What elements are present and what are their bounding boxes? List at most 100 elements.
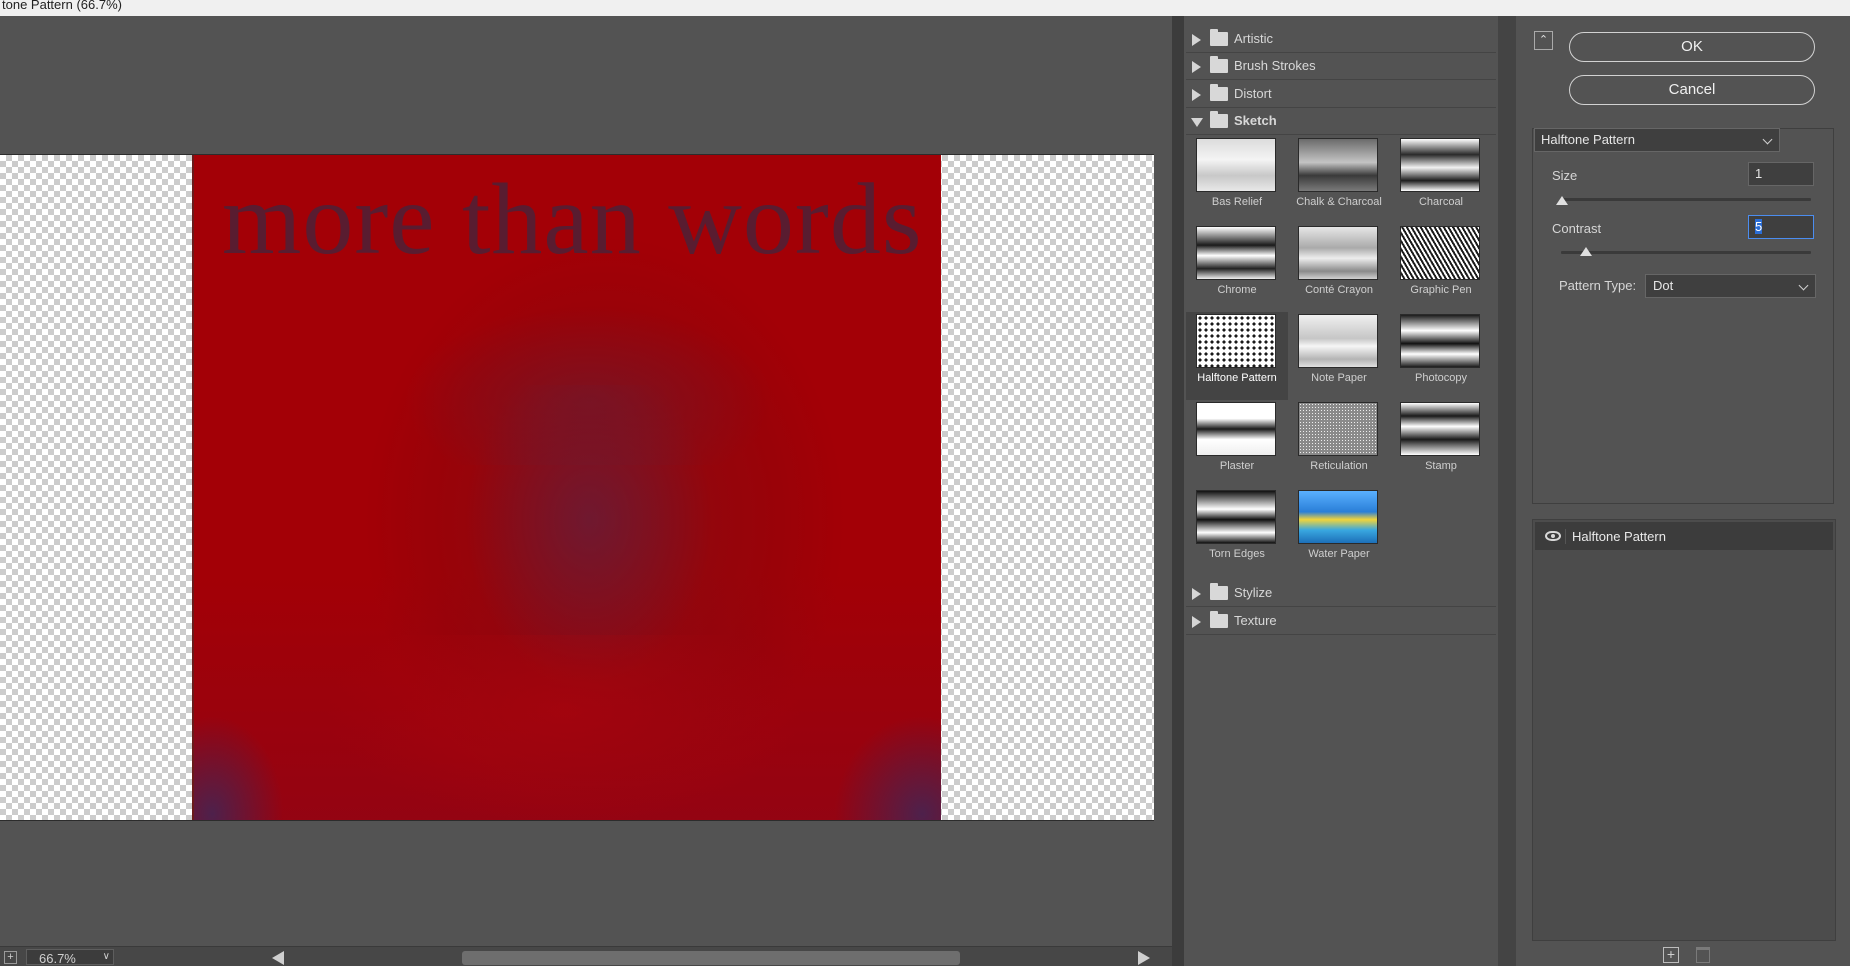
cancel-button[interactable]: Cancel xyxy=(1569,75,1815,105)
pattern-type-label: Pattern Type: xyxy=(1559,278,1637,293)
size-label: Size xyxy=(1552,168,1578,183)
preview-status-bar: + 66.7% ∨ xyxy=(0,946,1172,966)
thumbnail-image xyxy=(1196,138,1276,192)
new-effect-layer-icon[interactable]: + xyxy=(1663,947,1679,963)
folder-stylize[interactable]: Stylize xyxy=(1186,580,1496,607)
folder-texture[interactable]: Texture xyxy=(1186,608,1496,635)
filter-thumb-conte-crayon[interactable]: Conté Crayon xyxy=(1288,224,1390,312)
filter-thumb-stamp[interactable]: Stamp xyxy=(1390,400,1492,488)
effect-layer-name: Halftone Pattern xyxy=(1565,529,1666,544)
preview-area[interactable]: more than words + 66.7% ∨ xyxy=(0,16,1172,966)
expand-triangle-icon[interactable] xyxy=(1192,89,1201,101)
folder-artistic[interactable]: Artistic xyxy=(1186,26,1496,53)
filter-thumb-chalk-charcoal[interactable]: Chalk & Charcoal xyxy=(1288,136,1390,224)
filter-thumb-torn-edges[interactable]: Torn Edges xyxy=(1186,488,1288,576)
filter-thumb-label: Water Paper xyxy=(1308,548,1370,560)
thumbnail-image xyxy=(1298,490,1378,544)
folder-icon xyxy=(1210,29,1228,46)
size-input[interactable]: 1 xyxy=(1748,162,1814,186)
folder-label: Distort xyxy=(1234,86,1272,101)
horizontal-scroll-thumb[interactable] xyxy=(462,951,960,965)
size-slider-handle[interactable] xyxy=(1556,196,1568,205)
filter-thumb-plaster[interactable]: Plaster xyxy=(1186,400,1288,488)
thumbnail-image xyxy=(1196,226,1276,280)
contrast-value: 5 xyxy=(1755,219,1763,234)
panel-divider[interactable] xyxy=(1172,16,1184,966)
filter-thumb-bas-relief[interactable]: Bas Relief xyxy=(1186,136,1288,224)
filter-thumb-label: Graphic Pen xyxy=(1410,284,1472,296)
contrast-slider-handle[interactable] xyxy=(1580,247,1592,256)
filter-thumb-label: Stamp xyxy=(1425,460,1457,472)
collapse-triangle-icon[interactable] xyxy=(1191,118,1203,127)
filter-thumb-label: Halftone Pattern xyxy=(1197,372,1277,384)
zoom-toggle-button[interactable]: + xyxy=(4,951,17,964)
filter-thumb-label: Chrome xyxy=(1217,284,1257,296)
contrast-slider-track[interactable] xyxy=(1561,251,1811,254)
filter-thumb-label: Note Paper xyxy=(1311,372,1367,384)
contrast-label: Contrast xyxy=(1552,221,1602,236)
thumbnail-image xyxy=(1400,226,1480,280)
ok-button[interactable]: OK xyxy=(1569,32,1815,62)
filter-select-value: Halftone Pattern xyxy=(1541,132,1635,147)
settings-panel: ⌃ OK Cancel Halftone Pattern Size 1 Cont… xyxy=(1516,16,1850,966)
folder-brush-strokes[interactable]: Brush Strokes xyxy=(1186,53,1496,80)
scroll-right-arrow-icon[interactable] xyxy=(1138,951,1150,965)
window-title: tone Pattern (66.7%) xyxy=(2,0,122,12)
folder-icon xyxy=(1210,84,1228,101)
folder-label: Texture xyxy=(1234,613,1277,628)
folder-icon xyxy=(1210,611,1228,628)
filter-thumb-note-paper[interactable]: Note Paper xyxy=(1288,312,1390,400)
scroll-left-arrow-icon[interactable] xyxy=(272,951,284,965)
zoom-value: 66.7% xyxy=(39,951,76,966)
filter-thumb-label: Plaster xyxy=(1219,460,1255,472)
filter-thumb-halftone-pattern[interactable]: Halftone Pattern xyxy=(1186,312,1288,400)
expand-triangle-icon[interactable] xyxy=(1192,61,1201,73)
folder-label: Artistic xyxy=(1234,31,1273,46)
thumbnail-image xyxy=(1196,314,1276,368)
open-folder-icon xyxy=(1210,111,1228,128)
folder-sketch[interactable]: Sketch xyxy=(1186,108,1496,135)
collapse-gallery-icon[interactable]: ⌃ xyxy=(1534,31,1553,50)
filter-thumb-reticulation[interactable]: Reticulation xyxy=(1288,400,1390,488)
thumbnail-image xyxy=(1298,138,1378,192)
folder-icon xyxy=(1210,583,1228,600)
panel-divider-right[interactable] xyxy=(1498,16,1516,966)
thumbnail-image xyxy=(1400,314,1480,368)
pattern-type-select[interactable]: Dot xyxy=(1645,274,1816,298)
window-title-bar: tone Pattern (66.7%) xyxy=(0,0,1850,16)
filter-thumb-label: Charcoal xyxy=(1418,196,1464,208)
filter-thumb-chrome[interactable]: Chrome xyxy=(1186,224,1288,312)
pattern-type-value: Dot xyxy=(1653,278,1674,293)
trash-icon[interactable] xyxy=(1696,947,1710,963)
effect-layer-row[interactable]: Halftone Pattern xyxy=(1535,522,1833,550)
filter-thumb-graphic-pen[interactable]: Graphic Pen xyxy=(1390,224,1492,312)
thumbnail-image xyxy=(1298,314,1378,368)
expand-triangle-icon[interactable] xyxy=(1192,616,1201,628)
filter-thumb-water-paper[interactable]: Water Paper xyxy=(1288,488,1390,576)
folder-distort[interactable]: Distort xyxy=(1186,81,1496,108)
folder-label: Sketch xyxy=(1234,113,1277,128)
expand-triangle-icon[interactable] xyxy=(1192,34,1201,46)
artwork-title-text: more than words xyxy=(222,163,923,276)
zoom-select[interactable]: 66.7% ∨ xyxy=(26,949,114,966)
thumbnail-image xyxy=(1298,402,1378,456)
filter-thumb-label: Reticulation xyxy=(1310,460,1368,472)
filter-select[interactable]: Halftone Pattern xyxy=(1534,128,1780,152)
folder-label: Brush Strokes xyxy=(1234,58,1316,73)
filter-thumb-label: Torn Edges xyxy=(1209,548,1265,560)
filter-thumb-label: Conté Crayon xyxy=(1305,284,1373,296)
folder-icon xyxy=(1210,56,1228,73)
thumbnail-image xyxy=(1196,402,1276,456)
preview-canvas[interactable]: more than words xyxy=(0,154,1154,821)
eye-visibility-icon[interactable] xyxy=(1545,531,1561,541)
chevron-down-icon: ∨ xyxy=(102,951,110,962)
effect-layers-list: Halftone Pattern xyxy=(1532,519,1836,941)
chevron-down-icon xyxy=(1762,134,1773,145)
filter-gallery: Artistic Brush Strokes Distort Sketch Ba… xyxy=(1186,26,1496,966)
expand-triangle-icon[interactable] xyxy=(1192,588,1201,600)
contrast-input[interactable]: 5 xyxy=(1748,215,1814,239)
filter-thumb-photocopy[interactable]: Photocopy xyxy=(1390,312,1492,400)
filter-thumb-label: Photocopy xyxy=(1415,372,1467,384)
size-slider-track[interactable] xyxy=(1561,198,1811,201)
filter-thumb-charcoal[interactable]: Charcoal xyxy=(1390,136,1492,224)
